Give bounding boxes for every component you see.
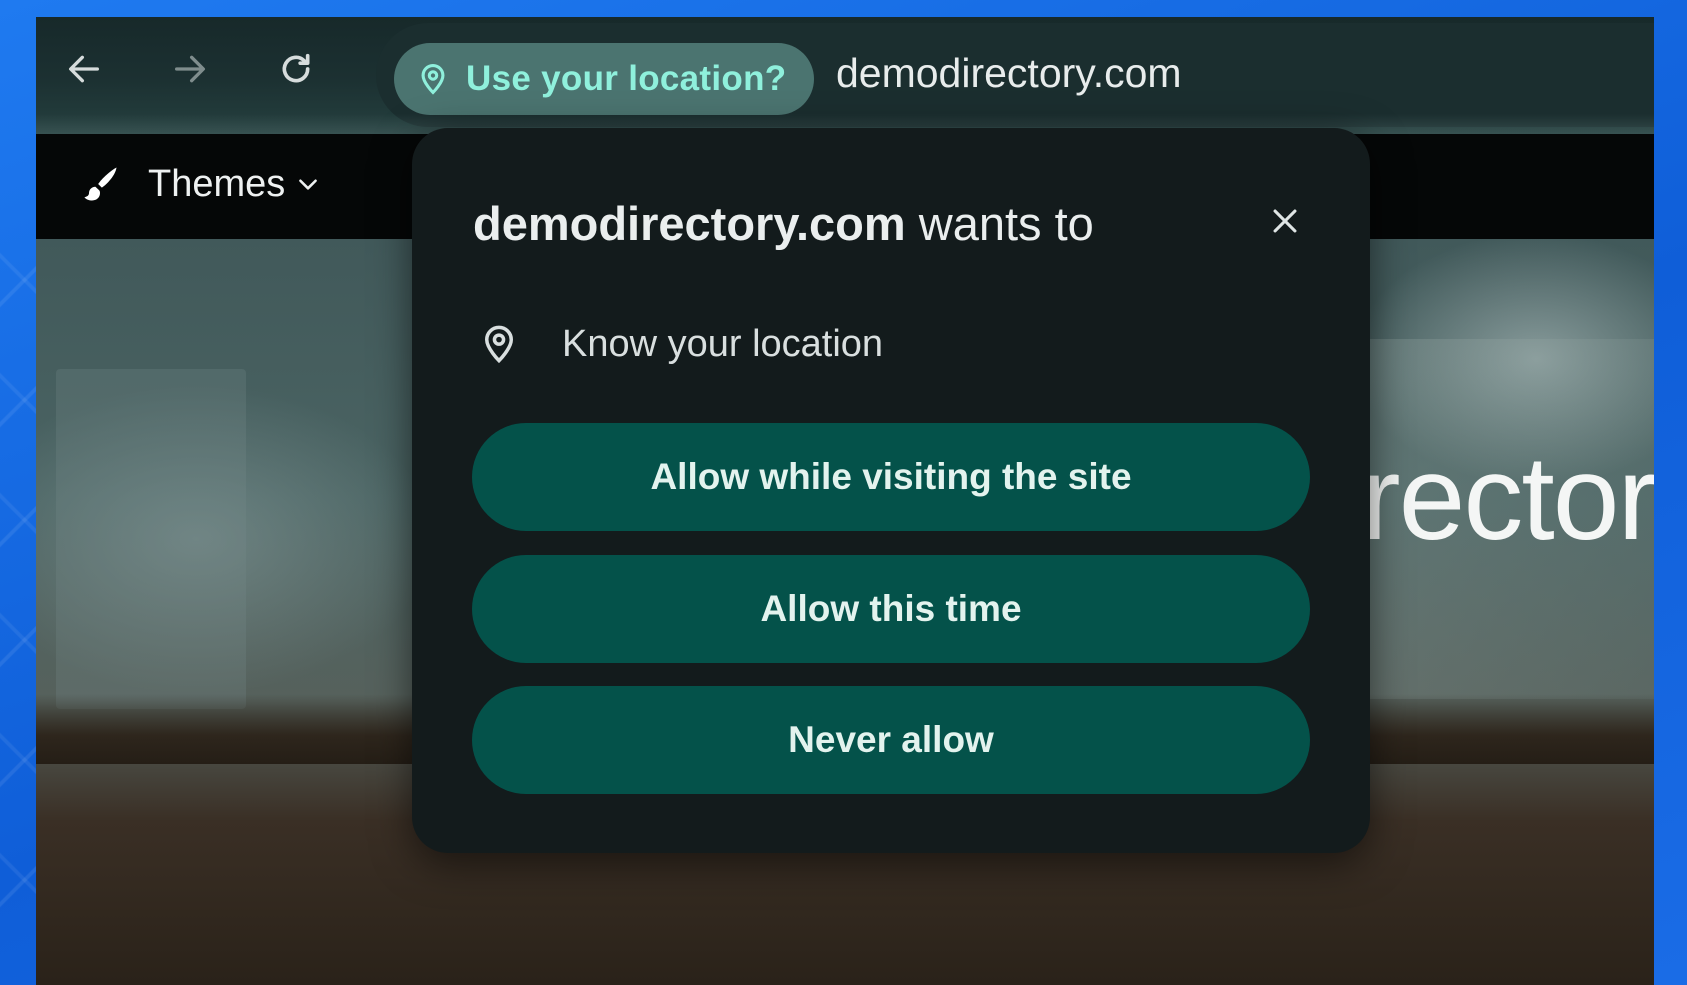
permission-item-location: Know your location (478, 320, 883, 368)
location-chip-label: Use your location? (466, 59, 787, 98)
dialog-title: demodirectory.com wants to (473, 196, 1094, 251)
forward-button[interactable] (166, 45, 214, 93)
themes-menu[interactable]: Themes (78, 162, 321, 206)
browser-toolbar: Use your location? demodirectory.com (36, 17, 1654, 134)
paintbrush-icon (84, 167, 117, 201)
never-allow-button[interactable]: Never allow (472, 686, 1310, 794)
close-icon (1273, 209, 1297, 233)
url-text[interactable]: demodirectory.com (836, 50, 1182, 97)
dialog-title-domain: demodirectory.com (473, 197, 906, 250)
back-button[interactable] (60, 45, 108, 93)
location-pin-icon (421, 63, 445, 95)
reload-icon (282, 53, 310, 83)
allow-this-time-button[interactable]: Allow this time (472, 555, 1310, 663)
permission-label: Know your location (562, 322, 884, 365)
dialog-title-suffix: wants to (905, 197, 1094, 250)
location-permission-chip[interactable]: Use your location? (394, 43, 815, 115)
hero-heading: irector (1336, 431, 1654, 565)
allow-while-visiting-button[interactable]: Allow while visiting the site (472, 423, 1310, 531)
location-permission-dialog: demodirectory.com wants to Know your loc… (412, 128, 1370, 853)
arrow-left-icon (69, 55, 100, 83)
close-button[interactable] (1260, 196, 1310, 246)
reload-button[interactable] (272, 45, 320, 93)
arrow-right-icon (175, 55, 205, 83)
chevron-down-icon (299, 179, 318, 190)
location-pin-icon (484, 325, 514, 364)
browser-window: Use your location? demodirectory.com The… (36, 17, 1654, 985)
themes-label: Themes (148, 162, 286, 205)
background-image-region (56, 369, 246, 709)
